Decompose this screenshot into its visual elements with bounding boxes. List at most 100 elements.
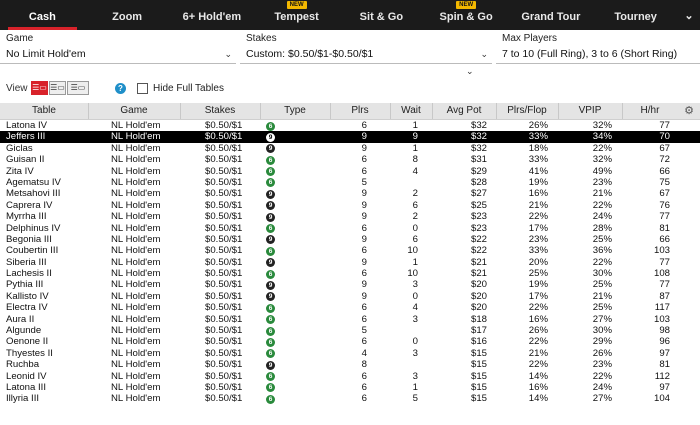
hide-full-tables-checkbox[interactable]: [137, 83, 148, 94]
table-row[interactable]: Electra IV NL Hold'em $0.50/$1 6 4 $20 22% 25% 1…: [0, 302, 700, 313]
table-row[interactable]: Siberia III NL Hold'em $0.50/$1 9 1 $21 20% 22%…: [0, 257, 700, 268]
table-row[interactable]: Jeffers III NL Hold'em $0.50/$1 9 9 $32 33% 34%…: [0, 131, 700, 143]
cell-hhr: 104: [653, 393, 670, 405]
cell-game: NL Hold'em: [111, 142, 161, 154]
cell-hhr: 77: [659, 279, 670, 291]
tab-tempest[interactable]: NEW Tempest: [254, 0, 339, 30]
cell-wait: 0: [412, 336, 418, 348]
table-row[interactable]: Oenone II NL Hold'em $0.50/$1 6 0 $16 22% 29% 96…: [0, 336, 700, 347]
tab-sit-go[interactable]: Sit & Go: [339, 0, 424, 30]
header-plrs[interactable]: Plrs: [330, 105, 390, 116]
table-row[interactable]: Agematsu IV NL Hold'em $0.50/$1 5 $28 19% 23% 7…: [0, 177, 700, 188]
stakes-filter: Stakes Custom: $0.50/$1-$0.50/$1 ⌄: [240, 30, 492, 66]
cell-wait: 1: [412, 142, 418, 154]
table-row[interactable]: Giclas NL Hold'em $0.50/$1 9 1 $32 18% 22% 67 9: [0, 143, 700, 154]
six-max-icon: 6: [266, 269, 275, 279]
cell-avg-pot: $21: [470, 268, 487, 280]
full-ring-icon: 9: [266, 292, 275, 302]
cell-wait: 3: [412, 313, 418, 325]
table-row[interactable]: Lachesis II NL Hold'em $0.50/$1 6 10 $21 25% 30…: [0, 268, 700, 279]
header-game[interactable]: Game: [88, 105, 180, 116]
six-max-icon: 6: [266, 394, 275, 404]
cell-plrs: 8: [361, 359, 367, 371]
cell-plrs-flop: 16%: [528, 188, 548, 200]
table-row[interactable]: Leonid IV NL Hold'em $0.50/$1 6 3 $15 14% 22% 11…: [0, 371, 700, 382]
table-row[interactable]: Caprera IV NL Hold'em $0.50/$1 9 6 $25 21% 22% 7…: [0, 200, 700, 211]
cell-plrs: 9: [361, 290, 367, 302]
cell-plrs: 6: [361, 120, 367, 131]
header-table[interactable]: Table: [0, 105, 88, 116]
cell-plrs-flop: 22%: [528, 302, 548, 314]
header-stakes[interactable]: Stakes: [180, 105, 260, 116]
table-row[interactable]: Myrrha III NL Hold'em $0.50/$1 9 2 $23 22% 24% 7…: [0, 211, 700, 222]
gear-icon[interactable]: ⚙: [684, 104, 694, 117]
six-max-icon: 6: [266, 121, 275, 131]
cell-plrs-flop: 33%: [528, 245, 548, 257]
full-ring-icon: 9: [266, 258, 275, 268]
tabs-more-icon[interactable]: ⌄: [678, 0, 700, 30]
tab-cash[interactable]: Cash: [0, 0, 85, 30]
cell-table: Latona III: [6, 381, 47, 393]
table-row[interactable]: Thyestes II NL Hold'em $0.50/$1 4 3 $15 21% 26%…: [0, 348, 700, 359]
tab-6-hold-em[interactable]: 6+ Hold'em: [170, 0, 255, 30]
table-row[interactable]: Zita IV NL Hold'em $0.50/$1 6 4 $29 41% 49% 66 6: [0, 166, 700, 177]
tab-zoom[interactable]: Zoom: [85, 0, 170, 30]
table-row[interactable]: Kallisto IV NL Hold'em $0.50/$1 9 0 $20 17% 21%…: [0, 291, 700, 302]
question-circle-icon[interactable]: ?: [115, 83, 126, 94]
cell-plrs: 6: [361, 222, 367, 234]
table-row[interactable]: Coubertin III NL Hold'em $0.50/$1 6 10 $22 33%…: [0, 245, 700, 256]
cell-plrs-flop: 16%: [528, 381, 548, 393]
detail-list-icon[interactable]: ☰▭: [67, 81, 89, 95]
cell-game: NL Hold'em: [111, 188, 161, 200]
max-players-select-value: 7 to 10 (Full Ring), 3 to 6 (Short Ring): [502, 48, 678, 60]
cell-plrs-flop: 25%: [528, 268, 548, 280]
table-row[interactable]: Ruchba NL Hold'em $0.50/$1 8 $15 22% 23% 81 9: [0, 359, 700, 370]
table-row[interactable]: Latona III NL Hold'em $0.50/$1 6 1 $15 16% 24% 9…: [0, 382, 700, 393]
cell-game: NL Hold'em: [111, 370, 161, 382]
table-row[interactable]: Aura II NL Hold'em $0.50/$1 6 3 $18 16% 27% 103 6: [0, 314, 700, 325]
cell-avg-pot: $15: [470, 370, 487, 382]
cell-vpip: 21%: [592, 188, 612, 200]
cell-avg-pot: $23: [470, 211, 487, 223]
six-max-icon: 6: [266, 167, 275, 177]
list-icon[interactable]: ☰▭: [31, 81, 48, 95]
tab-tourney[interactable]: Tourney: [593, 0, 678, 30]
chevron-down-icon: ⌄: [224, 49, 232, 59]
cell-plrs-flop: 41%: [528, 165, 548, 177]
cell-vpip: 25%: [592, 302, 612, 314]
max-players-select[interactable]: 7 to 10 (Full Ring), 3 to 6 (Short Ring): [496, 47, 700, 64]
table-row[interactable]: Illyria III NL Hold'em $0.50/$1 6 5 $15 14% 27%…: [0, 393, 700, 404]
cell-plrs: 6: [361, 302, 367, 314]
tab-spin-go[interactable]: NEW Spin & Go: [424, 0, 509, 30]
table-row[interactable]: Latona IV NL Hold'em $0.50/$1 6 1 $32 26% 32% 77…: [0, 120, 700, 131]
table-row[interactable]: Delphinus IV NL Hold'em $0.50/$1 6 0 $23 17% 28…: [0, 223, 700, 234]
cell-plrs: 6: [361, 393, 367, 405]
table-row[interactable]: Begonia III NL Hold'em $0.50/$1 9 6 $22 23% 25%…: [0, 234, 700, 245]
cell-plrs-flop: 33%: [528, 154, 548, 166]
cell-hhr: 112: [654, 370, 670, 382]
cell-game: NL Hold'em: [111, 302, 161, 314]
cell-stakes: $0.50/$1: [205, 268, 243, 280]
table-row[interactable]: Guisan II NL Hold'em $0.50/$1 6 8 $31 33% 32% 72…: [0, 154, 700, 165]
cell-plrs-flop: 22%: [528, 211, 548, 223]
cell-avg-pot: $15: [470, 393, 487, 405]
cell-vpip: 32%: [592, 120, 612, 131]
compact-list-icon[interactable]: ☰▭: [49, 81, 66, 95]
header-plrs-flop[interactable]: Plrs/Flop: [496, 105, 558, 116]
cell-vpip: 22%: [592, 199, 612, 211]
header-vpip[interactable]: VPIP: [558, 105, 622, 116]
tab-grand-tour[interactable]: Grand Tour: [509, 0, 594, 30]
table-row[interactable]: Algunde NL Hold'em $0.50/$1 5 $17 26% 30% 98 6: [0, 325, 700, 336]
cell-plrs-flop: 19%: [528, 279, 548, 291]
cell-hhr: 67: [659, 142, 670, 154]
header-avg-pot[interactable]: Avg Pot: [432, 105, 496, 116]
header-hhr[interactable]: H/hr: [622, 105, 678, 116]
table-row[interactable]: Pythia III NL Hold'em $0.50/$1 9 3 $20 19% 25% 7…: [0, 279, 700, 290]
game-select[interactable]: No Limit Hold'em ⌄: [0, 47, 236, 64]
table-row[interactable]: Metsahovi III NL Hold'em $0.50/$1 9 2 $27 16% 2…: [0, 188, 700, 199]
stakes-select[interactable]: Custom: $0.50/$1-$0.50/$1 ⌄: [240, 47, 492, 64]
cell-game: NL Hold'em: [111, 199, 161, 211]
header-type[interactable]: Type: [260, 105, 330, 116]
header-wait[interactable]: Wait: [390, 105, 432, 116]
chevron-down-icon[interactable]: ⌄: [466, 66, 474, 77]
